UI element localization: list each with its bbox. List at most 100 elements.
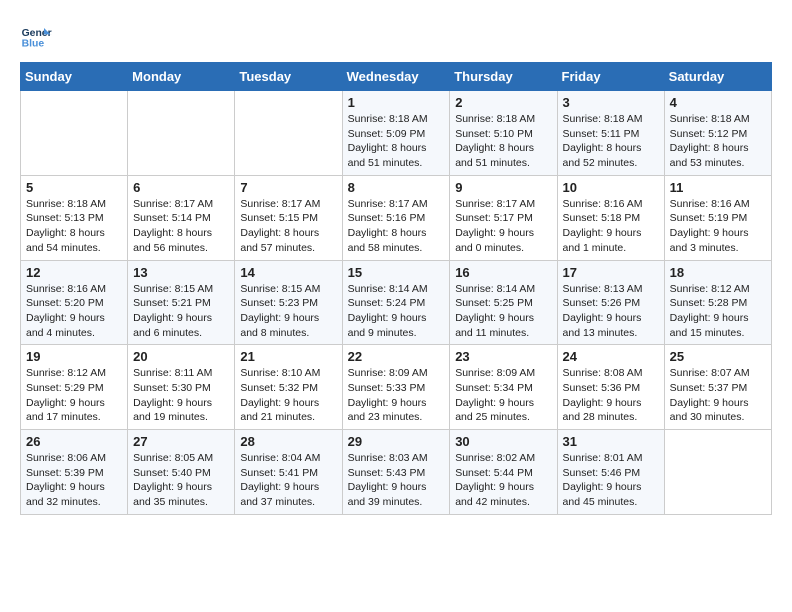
calendar-cell: 5 Sunrise: 8:18 AM Sunset: 5:13 PM Daylig… [21,175,128,260]
weekday-header: Friday [557,63,664,91]
day-number: 19 [26,349,122,364]
day-info: Sunrise: 8:16 AM Sunset: 5:20 PM Dayligh… [26,282,122,341]
weekday-header: Tuesday [235,63,342,91]
calendar-cell: 18 Sunrise: 8:12 AM Sunset: 5:28 PM Dayli… [664,260,771,345]
day-info: Sunrise: 8:13 AM Sunset: 5:26 PM Dayligh… [563,282,659,341]
day-number: 28 [240,434,336,449]
calendar-cell: 2 Sunrise: 8:18 AM Sunset: 5:10 PM Daylig… [450,91,557,176]
calendar-cell: 28 Sunrise: 8:04 AM Sunset: 5:41 PM Dayli… [235,430,342,515]
calendar-cell: 12 Sunrise: 8:16 AM Sunset: 5:20 PM Dayli… [21,260,128,345]
day-info: Sunrise: 8:17 AM Sunset: 5:16 PM Dayligh… [348,197,445,256]
logo: General Blue [20,20,56,52]
calendar-cell: 6 Sunrise: 8:17 AM Sunset: 5:14 PM Daylig… [128,175,235,260]
day-number: 1 [348,95,445,110]
calendar-cell: 22 Sunrise: 8:09 AM Sunset: 5:33 PM Dayli… [342,345,450,430]
day-info: Sunrise: 8:17 AM Sunset: 5:17 PM Dayligh… [455,197,551,256]
day-number: 23 [455,349,551,364]
day-info: Sunrise: 8:17 AM Sunset: 5:15 PM Dayligh… [240,197,336,256]
day-info: Sunrise: 8:18 AM Sunset: 5:12 PM Dayligh… [670,112,766,171]
day-number: 31 [563,434,659,449]
calendar-cell: 19 Sunrise: 8:12 AM Sunset: 5:29 PM Dayli… [21,345,128,430]
day-info: Sunrise: 8:09 AM Sunset: 5:33 PM Dayligh… [348,366,445,425]
weekday-header: Sunday [21,63,128,91]
weekday-header: Thursday [450,63,557,91]
calendar-cell: 7Sunrise: 8:17 AM Sunset: 5:15 PM Daylig… [235,175,342,260]
day-number: 26 [26,434,122,449]
calendar-cell: 13Sunrise: 8:15 AM Sunset: 5:21 PM Dayli… [128,260,235,345]
day-number: 10 [563,180,659,195]
day-number: 11 [670,180,766,195]
calendar-cell: 8 Sunrise: 8:17 AM Sunset: 5:16 PM Daylig… [342,175,450,260]
logo-icon: General Blue [20,20,52,52]
day-info: Sunrise: 8:05 AM Sunset: 5:40 PM Dayligh… [133,451,229,510]
calendar-cell: 10 Sunrise: 8:16 AM Sunset: 5:18 PM Dayli… [557,175,664,260]
day-info: Sunrise: 8:15 AM Sunset: 5:21 PM Dayligh… [133,282,229,341]
calendar-cell [128,91,235,176]
day-number: 6 [133,180,229,195]
day-info: Sunrise: 8:10 AM Sunset: 5:32 PM Dayligh… [240,366,336,425]
calendar-cell [21,91,128,176]
day-number: 22 [348,349,445,364]
day-info: Sunrise: 8:12 AM Sunset: 5:29 PM Dayligh… [26,366,122,425]
calendar-cell: 20 Sunrise: 8:11 AM Sunset: 5:30 PM Dayli… [128,345,235,430]
day-info: Sunrise: 8:11 AM Sunset: 5:30 PM Dayligh… [133,366,229,425]
day-info: Sunrise: 8:08 AM Sunset: 5:36 PM Dayligh… [563,366,659,425]
day-number: 14 [240,265,336,280]
day-number: 29 [348,434,445,449]
calendar-cell: 29 Sunrise: 8:03 AM Sunset: 5:43 PM Dayli… [342,430,450,515]
day-info: Sunrise: 8:18 AM Sunset: 5:13 PM Dayligh… [26,197,122,256]
calendar-cell: 24 Sunrise: 8:08 AM Sunset: 5:36 PM Dayli… [557,345,664,430]
calendar-cell: 1 Sunrise: 8:18 AM Sunset: 5:09 PM Daylig… [342,91,450,176]
day-number: 21 [240,349,336,364]
calendar-week-row: 19 Sunrise: 8:12 AM Sunset: 5:29 PM Dayli… [21,345,772,430]
calendar-cell: 15 Sunrise: 8:14 AM Sunset: 5:24 PM Dayli… [342,260,450,345]
weekday-header-row: SundayMondayTuesdayWednesdayThursdayFrid… [21,63,772,91]
day-info: Sunrise: 8:16 AM Sunset: 5:19 PM Dayligh… [670,197,766,256]
calendar-cell: 14Sunrise: 8:15 AM Sunset: 5:23 PM Dayli… [235,260,342,345]
weekday-header: Wednesday [342,63,450,91]
day-number: 12 [26,265,122,280]
day-info: Sunrise: 8:07 AM Sunset: 5:37 PM Dayligh… [670,366,766,425]
day-number: 20 [133,349,229,364]
day-info: Sunrise: 8:12 AM Sunset: 5:28 PM Dayligh… [670,282,766,341]
day-number: 18 [670,265,766,280]
calendar-week-row: 5 Sunrise: 8:18 AM Sunset: 5:13 PM Daylig… [21,175,772,260]
weekday-header: Saturday [664,63,771,91]
day-number: 8 [348,180,445,195]
day-number: 5 [26,180,122,195]
day-info: Sunrise: 8:01 AM Sunset: 5:46 PM Dayligh… [563,451,659,510]
calendar-cell: 30Sunrise: 8:02 AM Sunset: 5:44 PM Dayli… [450,430,557,515]
day-info: Sunrise: 8:18 AM Sunset: 5:10 PM Dayligh… [455,112,551,171]
day-number: 24 [563,349,659,364]
day-info: Sunrise: 8:14 AM Sunset: 5:24 PM Dayligh… [348,282,445,341]
day-number: 27 [133,434,229,449]
svg-text:Blue: Blue [22,38,45,49]
calendar-cell [235,91,342,176]
day-number: 2 [455,95,551,110]
calendar-week-row: 26 Sunrise: 8:06 AM Sunset: 5:39 PM Dayli… [21,430,772,515]
calendar-cell [664,430,771,515]
day-number: 30 [455,434,551,449]
day-info: Sunrise: 8:18 AM Sunset: 5:11 PM Dayligh… [563,112,659,171]
calendar-cell: 4 Sunrise: 8:18 AM Sunset: 5:12 PM Daylig… [664,91,771,176]
day-number: 25 [670,349,766,364]
calendar-cell: 31 Sunrise: 8:01 AM Sunset: 5:46 PM Dayli… [557,430,664,515]
day-info: Sunrise: 8:14 AM Sunset: 5:25 PM Dayligh… [455,282,551,341]
calendar-cell: 25 Sunrise: 8:07 AM Sunset: 5:37 PM Dayli… [664,345,771,430]
calendar-cell: 26 Sunrise: 8:06 AM Sunset: 5:39 PM Dayli… [21,430,128,515]
page-header: General Blue [20,20,772,52]
calendar-cell: 21 Sunrise: 8:10 AM Sunset: 5:32 PM Dayli… [235,345,342,430]
day-info: Sunrise: 8:09 AM Sunset: 5:34 PM Dayligh… [455,366,551,425]
calendar-cell: 16 Sunrise: 8:14 AM Sunset: 5:25 PM Dayli… [450,260,557,345]
day-info: Sunrise: 8:06 AM Sunset: 5:39 PM Dayligh… [26,451,122,510]
day-info: Sunrise: 8:16 AM Sunset: 5:18 PM Dayligh… [563,197,659,256]
day-info: Sunrise: 8:17 AM Sunset: 5:14 PM Dayligh… [133,197,229,256]
day-number: 15 [348,265,445,280]
day-number: 4 [670,95,766,110]
day-info: Sunrise: 8:18 AM Sunset: 5:09 PM Dayligh… [348,112,445,171]
calendar-cell: 27 Sunrise: 8:05 AM Sunset: 5:40 PM Dayli… [128,430,235,515]
day-info: Sunrise: 8:04 AM Sunset: 5:41 PM Dayligh… [240,451,336,510]
day-number: 9 [455,180,551,195]
day-info: Sunrise: 8:03 AM Sunset: 5:43 PM Dayligh… [348,451,445,510]
day-number: 16 [455,265,551,280]
